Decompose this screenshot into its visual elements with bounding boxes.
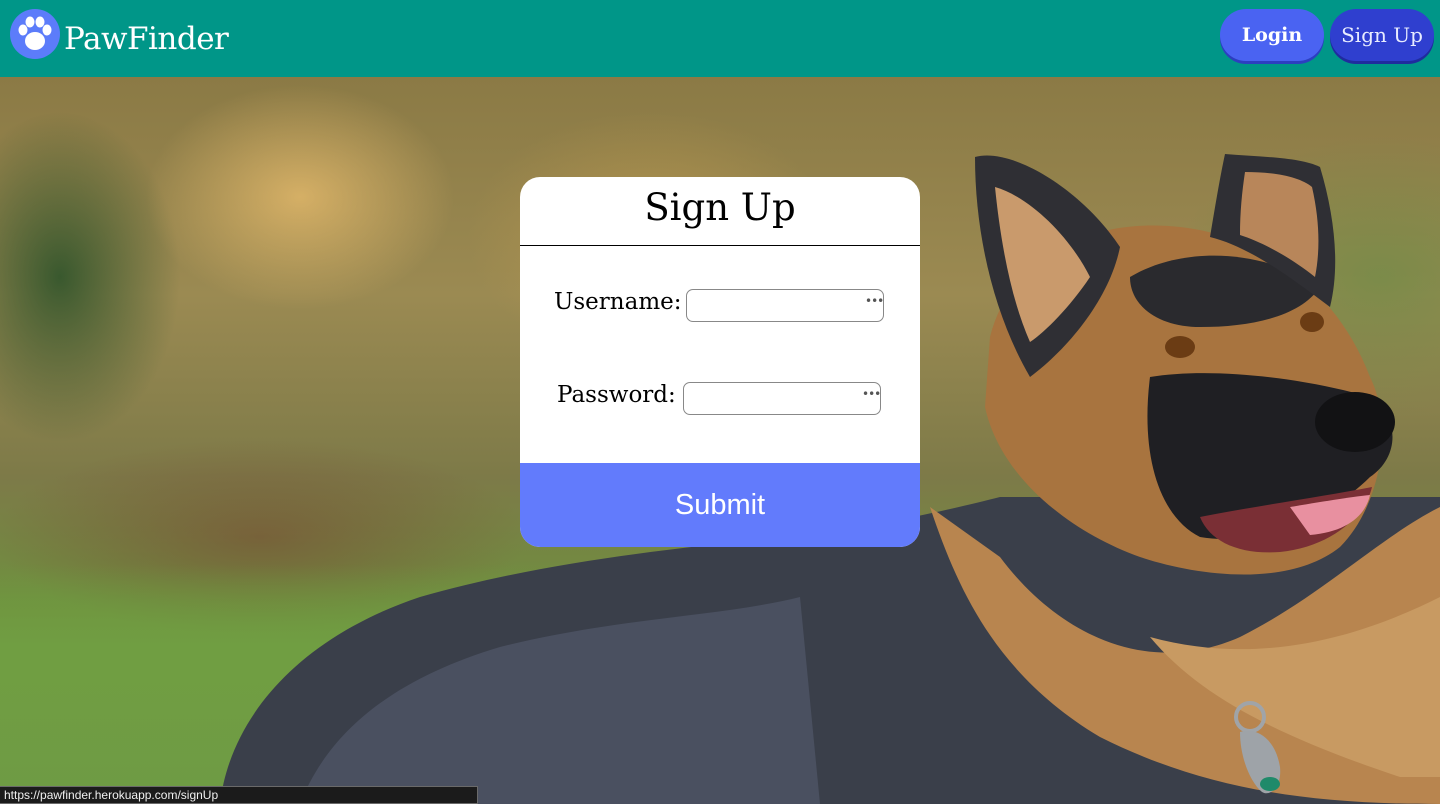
password-input[interactable] (683, 382, 881, 415)
signup-nav-button[interactable]: Sign Up (1330, 9, 1434, 61)
login-button[interactable]: Login (1220, 9, 1324, 61)
paw-icon[interactable] (10, 9, 60, 59)
password-label: Password: (557, 382, 676, 408)
form-title: Sign Up (520, 177, 920, 246)
username-label: Username: (554, 289, 682, 315)
top-navbar: PawFinder Login Sign Up (0, 0, 1440, 77)
submit-button[interactable]: Submit (520, 463, 920, 547)
signup-form-card: Sign Up Username: ••• Password: ••• Subm… (520, 177, 920, 547)
password-manager-icon[interactable]: ••• (865, 295, 884, 307)
link-status-bar: https://pawfinder.herokuapp.com/signUp (0, 786, 478, 804)
brand-name[interactable]: PawFinder (64, 24, 229, 55)
username-input[interactable] (686, 289, 884, 322)
paw-icon-graphic (18, 16, 52, 50)
password-manager-icon[interactable]: ••• (862, 388, 881, 400)
